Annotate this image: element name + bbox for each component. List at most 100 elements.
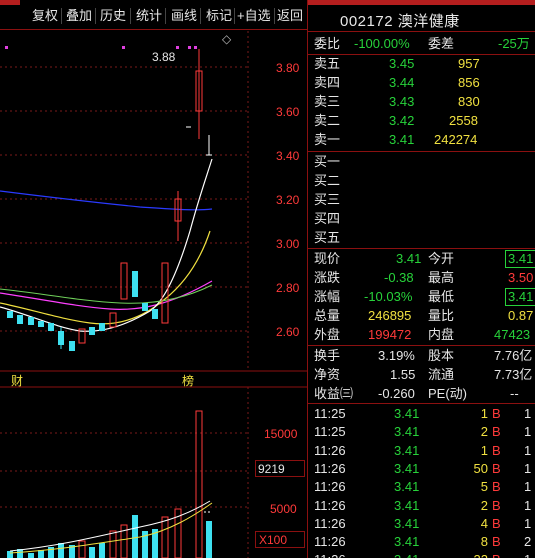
volume-current-label: 9219 <box>255 460 305 477</box>
fuquan-button[interactable]: 复权 <box>32 8 58 24</box>
ask-price[interactable]: 3.41 <box>389 132 414 148</box>
tick-count: 1 <box>524 497 532 513</box>
open-value: 3.41 <box>505 250 535 268</box>
low-value: 3.41 <box>505 288 535 306</box>
tick-count: 1 <box>524 406 532 421</box>
separator <box>130 8 131 24</box>
ma30-line <box>0 284 213 304</box>
price-tick: 2.60 <box>276 325 300 339</box>
add-watchlist-button[interactable]: +自选 <box>237 8 271 24</box>
tick-count: 1 <box>524 515 532 531</box>
ask-volume: 856 <box>458 75 480 90</box>
weibi-label: 委比 <box>314 36 341 51</box>
mark-button[interactable]: 标记 <box>206 8 232 24</box>
volume-tick: 15000 <box>264 427 298 441</box>
tick-volume: 1 <box>480 442 488 458</box>
event-list-marker[interactable]: 榜 <box>182 373 194 389</box>
tick-price: 3.41 <box>394 424 420 440</box>
tick-price: 3.41 <box>394 460 420 476</box>
turnover-value: 3.19% <box>378 348 415 363</box>
separator <box>200 8 201 24</box>
tick-volume: 50 <box>473 460 488 476</box>
tick-price: 3.41 <box>394 552 419 558</box>
overlay-button[interactable]: 叠加 <box>66 8 92 24</box>
tick-side: B <box>492 460 501 476</box>
volume-tick: 5000 <box>270 502 297 516</box>
price-value: 3.41 <box>396 251 422 266</box>
tick-volume: 4 <box>480 515 488 531</box>
ask-volume: 242274 <box>434 132 478 147</box>
tick-side: B <box>492 479 501 495</box>
outer-volume-label: 外盘 <box>314 327 341 342</box>
tick-price: 3.41 <box>394 479 420 495</box>
tick-volume: 5 <box>480 479 488 495</box>
price-tick: 3.60 <box>276 105 300 119</box>
weicha-value: -25万 <box>498 36 530 51</box>
price-tick: 3.20 <box>276 193 300 207</box>
open-label: 今开 <box>428 251 455 266</box>
kline-chart[interactable]: 3.80 3.60 3.40 3.20 3.00 2.80 2.60 3.88 … <box>0 31 307 558</box>
separator <box>95 8 96 24</box>
quote-panel: 002172 澳洋健康 委比 -100.00% 委差 -25万 卖五 3.45 … <box>308 0 535 558</box>
tick-time: 11:26 <box>314 534 346 550</box>
ask-price[interactable]: 3.43 <box>389 94 414 110</box>
ask-volume: 957 <box>458 56 480 71</box>
turnover-label: 换手 <box>314 348 341 363</box>
tick-price: 3.41 <box>394 515 420 531</box>
volume-ratio-label: 量比 <box>428 308 455 323</box>
accent-bar <box>0 0 20 5</box>
separator <box>234 8 235 24</box>
event-finance-marker[interactable]: 财 <box>11 373 23 389</box>
change-value: -0.38 <box>384 270 414 285</box>
tick-count: 1 <box>524 460 532 476</box>
ask-price[interactable]: 3.42 <box>389 113 414 129</box>
ask-volume: 2558 <box>449 113 478 128</box>
tick-volume: 8 <box>480 534 488 550</box>
tick-time: 11:26 <box>314 497 346 513</box>
statistics-button[interactable]: 统计 <box>136 8 162 24</box>
tick-side: B <box>492 534 501 550</box>
draw-line-button[interactable]: 画线 <box>171 8 197 24</box>
low-label: 最低 <box>428 289 455 304</box>
bid-label: 买四 <box>314 211 341 226</box>
history-button[interactable]: 历史 <box>100 8 126 24</box>
diamond-icon[interactable]: ◇ <box>222 31 231 47</box>
tick-side: B <box>492 424 501 440</box>
change-pct-label: 涨幅 <box>314 289 341 304</box>
price-tick: 3.80 <box>276 61 300 75</box>
ma60-line <box>0 190 213 211</box>
back-button[interactable]: 返回 <box>277 8 303 24</box>
volume-ratio-value: 0.87 <box>508 308 534 323</box>
stock-title: 002172 澳洋健康 <box>340 10 460 31</box>
ask-volume: 830 <box>458 94 480 109</box>
inner-volume-label: 内盘 <box>428 327 455 342</box>
ask-label: 卖一 <box>314 132 341 147</box>
price-tick: 2.80 <box>276 281 300 295</box>
tick-time: 11:26 <box>314 479 346 495</box>
ask-price[interactable]: 3.45 <box>389 56 414 72</box>
outer-volume-value: 199472 <box>368 327 412 342</box>
eps-label: 收益㈢ <box>314 386 354 401</box>
tick-count: 1 <box>524 424 532 440</box>
eps-value: -0.260 <box>378 386 415 401</box>
ask-price[interactable]: 3.44 <box>389 75 414 91</box>
price-tick: 3.40 <box>276 149 300 163</box>
tick-side: B <box>492 406 501 421</box>
high-label: 最高 <box>428 270 455 285</box>
tick-side: B <box>492 552 501 558</box>
ask-label: 卖四 <box>314 75 341 90</box>
tick-count: 1 <box>524 442 532 458</box>
tick-volume: 22 <box>458 552 488 558</box>
bid-label: 买五 <box>314 230 341 245</box>
share-capital-label: 股本 <box>428 348 455 363</box>
ask-label: 卖二 <box>314 113 341 128</box>
ask-label: 卖三 <box>314 94 341 109</box>
price-label: 现价 <box>314 251 341 266</box>
stock-code: 002172 <box>340 13 394 30</box>
tick-time: 11:26 <box>314 515 346 531</box>
ma5-line <box>0 158 213 332</box>
pe-label: PE(动) <box>428 386 468 401</box>
tick-volume: 2 <box>480 497 488 513</box>
volume-label: 总量 <box>314 308 341 323</box>
high-price-label: 3.88 <box>152 50 176 64</box>
